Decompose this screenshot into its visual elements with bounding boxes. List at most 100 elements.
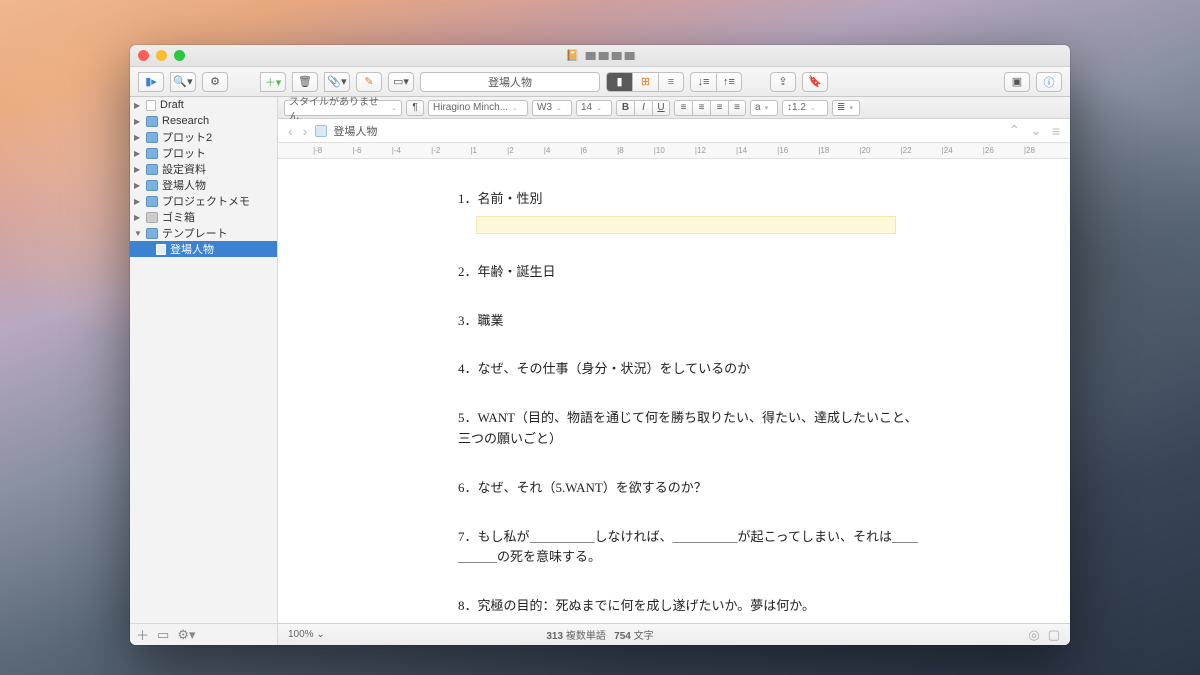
binder-item-research[interactable]: ▶Research	[130, 113, 277, 129]
align-right-button[interactable]: ≡	[710, 100, 728, 116]
font-size-select[interactable]: 14 ⌄	[576, 100, 612, 116]
disclosure-icon[interactable]: ▶	[134, 117, 142, 126]
font-select[interactable]: Hiragino Minch...⌄	[428, 100, 528, 116]
ruler-tick: |18	[818, 146, 829, 155]
add-item-button[interactable]: ＋	[136, 625, 149, 644]
zoom-control[interactable]: 100% ⌄	[288, 629, 325, 640]
align-center-button[interactable]: ≡	[692, 100, 710, 116]
ruler-tick: |-4	[392, 146, 401, 155]
binder-item-label: 登場人物	[162, 177, 206, 193]
binder-item-label: プロジェクトメモ	[162, 193, 250, 209]
expand-button[interactable]: ⌄	[1028, 122, 1044, 139]
window-title: 📔	[566, 49, 635, 62]
nav-back-button[interactable]: ‹	[286, 123, 295, 139]
disclosure-icon[interactable]: ▼	[134, 229, 142, 238]
compose-button[interactable]: ✎	[356, 72, 382, 92]
share-button[interactable]: ⇪	[770, 72, 796, 92]
binder-item-characters[interactable]: ▶ 登場人物	[130, 177, 277, 193]
style-select[interactable]: スタイルがありません⌄	[284, 100, 402, 116]
layout-button[interactable]: ▭▾	[388, 72, 414, 92]
disclosure-icon[interactable]: ▶	[134, 101, 142, 110]
disclosure-icon[interactable]: ▶	[134, 149, 142, 158]
binder-item-label: プロット	[162, 145, 206, 161]
doc-icon	[146, 100, 156, 111]
binder-tree[interactable]: ▶Draft ▶Research ▶プロット2 ▶ プロット ▶ 設定資料 ▶ 登場人…	[130, 97, 277, 623]
list-select[interactable]: ≣▾	[832, 100, 860, 116]
zoom-button[interactable]	[174, 50, 185, 61]
add-button[interactable]: ＋▾	[260, 72, 286, 92]
chevron-down-icon: ⌄	[810, 104, 816, 112]
disclosure-icon[interactable]: ▶	[134, 165, 142, 174]
folder-icon	[146, 132, 158, 143]
view-outline-button[interactable]: ≡	[658, 72, 684, 92]
add-folder-button[interactable]: ▭	[157, 627, 169, 643]
binder-item-trash[interactable]: ▶ゴミ箱	[130, 209, 277, 225]
binder-item-template[interactable]: ▼ テンプレート	[130, 225, 277, 241]
binder-item-plot2[interactable]: ▶プロット2	[130, 129, 277, 145]
binder-item-plot[interactable]: ▶ プロット	[130, 145, 277, 161]
font-weight-label: W3	[537, 102, 552, 113]
fullscreen-button[interactable]: ▣	[1004, 72, 1030, 92]
binder-item-project-memo[interactable]: ▶ プロジェクトメモ	[130, 193, 277, 209]
align-justify-button[interactable]: ≡	[728, 100, 746, 116]
highlight-field[interactable]	[476, 216, 896, 234]
binder-toggle-button[interactable]: ▮▸	[138, 72, 164, 92]
disclosure-icon[interactable]: ▶	[134, 181, 142, 190]
titlebar: 📔	[130, 45, 1070, 67]
sidebar-options-button[interactable]: ⚙▾	[177, 627, 195, 643]
comment-button[interactable]: ▢	[1048, 627, 1060, 643]
target-button[interactable]: ◎	[1028, 627, 1039, 643]
inspector-button[interactable]: ⓘ	[1036, 72, 1062, 92]
word-count[interactable]: 313 複数単語 754 文字	[546, 627, 653, 642]
bookmark-button[interactable]: 🔖	[802, 72, 828, 92]
view-text-button[interactable]: ▮	[606, 72, 632, 92]
collapse-button[interactable]: ⌃	[1006, 122, 1022, 139]
style-options-button[interactable]: ¶	[406, 100, 424, 116]
folder-icon	[146, 148, 158, 159]
outline-toggle-button[interactable]: ≡	[1050, 123, 1062, 139]
attach-button[interactable]: 📎▾	[324, 72, 350, 92]
trash-button[interactable]: 🗑	[292, 72, 318, 92]
sort-up-button[interactable]: ↑≡	[716, 72, 742, 92]
app-icon: 📔	[566, 49, 580, 62]
disclosure-icon[interactable]: ▶	[134, 133, 142, 142]
minimize-button[interactable]	[156, 50, 167, 61]
format-bar: スタイルがありません⌄ ¶ Hiragino Minch...⌄ W3⌄ 14⌄…	[278, 97, 1070, 119]
search-button[interactable]: 🔍▾	[170, 72, 196, 92]
binder-item-draft[interactable]: ▶Draft	[130, 97, 277, 113]
settings-button[interactable]: ⚙	[202, 72, 228, 92]
binder-item-label: テンプレート	[162, 225, 228, 241]
italic-button[interactable]: I	[634, 100, 652, 116]
disclosure-icon[interactable]: ▶	[134, 197, 142, 206]
sidebar-footer: ＋ ▭ ⚙▾	[130, 623, 277, 645]
chevron-down-icon: ⌄	[596, 104, 602, 112]
underline-button[interactable]: U	[652, 100, 670, 116]
char-count-label: 文字	[634, 631, 654, 642]
document-editor[interactable]: 1．名前・性別 2．年齢・誕生日 3．職業 4．なぜ、その仕事（身分・状況）をし…	[278, 159, 1070, 623]
font-size-label: 14	[581, 102, 592, 113]
word-count-label: 複数単語	[566, 631, 606, 642]
disclosure-icon[interactable]: ▶	[134, 213, 142, 222]
binder-item-label: 設定資料	[162, 161, 206, 177]
ruler-tick: |22	[901, 146, 912, 155]
binder-item-settings[interactable]: ▶ 設定資料	[130, 161, 277, 177]
binder-item-template-character[interactable]: 登場人物	[130, 241, 277, 257]
align-left-button[interactable]: ≡	[674, 100, 692, 116]
ruler-tick: |10	[654, 146, 665, 155]
status-bar: 100% ⌄ 313 複数単語 754 文字 ◎ ▢	[278, 623, 1070, 645]
close-button[interactable]	[138, 50, 149, 61]
ruler-tick: |2	[507, 146, 514, 155]
bold-button[interactable]: B	[616, 100, 634, 116]
doc-line: 1．名前・性別	[458, 189, 990, 234]
zoom-label: 100%	[288, 629, 314, 640]
font-weight-select[interactable]: W3⌄	[532, 100, 572, 116]
sort-down-button[interactable]: ↓≡	[690, 72, 716, 92]
title-progress-icon	[585, 52, 634, 60]
line-spacing-select[interactable]: ↕ 1.2⌄	[782, 100, 828, 116]
nav-forward-button[interactable]: ›	[301, 123, 310, 139]
text-color-label: a	[755, 102, 761, 113]
view-cork-button[interactable]: ⊞	[632, 72, 658, 92]
ruler[interactable]: |-8 |-6 |-4 |-2 |1 |2 |4 |6 |8 |10 |12 |…	[278, 143, 1070, 159]
text-color-select[interactable]: a▾	[750, 100, 778, 116]
document-title-field[interactable]: 登場人物	[420, 72, 600, 92]
